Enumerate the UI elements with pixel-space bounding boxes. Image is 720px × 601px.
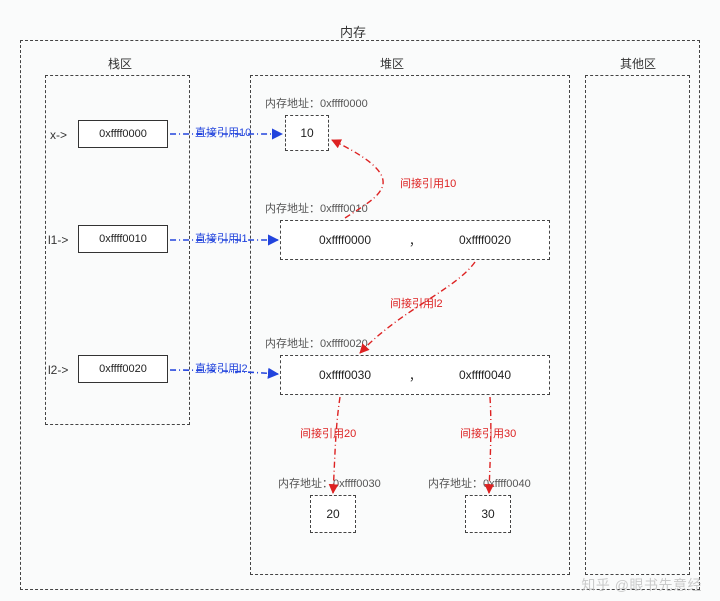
heap-cell-l1-b: 0xffff0020 (459, 233, 511, 247)
heap-cell-10: 10 (285, 115, 329, 151)
edge-label-l2-direct: 直接引用l2 (195, 360, 248, 376)
heap-addr-20-value: 0xffff0030 (333, 478, 381, 490)
title-memory: 内存 (340, 22, 366, 41)
heap-addr-30: 内存地址：0xffff0040 (428, 475, 531, 491)
heap-addr-10-value: 0xffff0000 (320, 98, 368, 110)
heap-cell-l2-a: 0xffff0030 (319, 368, 371, 382)
heap-cell-l2: 0xffff0030 ， 0xffff0040 (280, 355, 550, 395)
heap-addr-l1-prefix: 内存地址： (265, 203, 320, 215)
heap-addr-10: 内存地址：0xffff0000 (265, 95, 368, 111)
heap-cell-10-text: 10 (300, 126, 313, 140)
stack-ptr-l2-label: l2-> (48, 363, 68, 377)
caption-heap: 堆区 (380, 55, 404, 72)
stack-cell-x: 0xffff0000 (78, 120, 168, 148)
stack-ptr-l1-label: l1-> (48, 233, 68, 247)
edge-label-x-direct: 直接引用10 (195, 124, 251, 140)
heap-addr-30-value: 0xffff0040 (483, 478, 531, 490)
heap-addr-l2-prefix: 内存地址： (265, 338, 320, 350)
heap-cell-l1: 0xffff0000 ， 0xffff0020 (280, 220, 550, 260)
edge-label-l2-ind-30: 间接引用30 (460, 425, 516, 441)
edge-label-l1-ind-l2: 间接引用l2 (390, 295, 443, 311)
watermark: 知乎 @眼书先意经 (581, 575, 702, 595)
heap-addr-20: 内存地址：0xffff0030 (278, 475, 381, 491)
heap-cell-l1-sep: ， (409, 232, 421, 249)
heap-addr-l2-value: 0xffff0020 (320, 338, 368, 350)
edge-label-l2-ind-20: 间接引用20 (300, 425, 356, 441)
edge-label-l1-direct: 直接引用l1 (195, 230, 248, 246)
heap-cell-l1-a: 0xffff0000 (319, 233, 371, 247)
heap-addr-30-prefix: 内存地址： (428, 478, 483, 490)
heap-addr-l2: 内存地址：0xffff0020 (265, 335, 368, 351)
heap-cell-30-text: 30 (481, 507, 494, 521)
stack-cell-l2-text: 0xffff0020 (99, 363, 147, 375)
stack-ptr-x-label: x-> (50, 128, 67, 142)
caption-stack: 栈区 (108, 55, 132, 72)
stack-cell-x-text: 0xffff0000 (99, 128, 147, 140)
heap-addr-l1-value: 0xffff0010 (320, 203, 368, 215)
heap-addr-20-prefix: 内存地址： (278, 478, 333, 490)
heap-cell-l2-b: 0xffff0040 (459, 368, 511, 382)
edge-label-l1-ind-10: 间接引用10 (400, 175, 456, 191)
stack-cell-l2: 0xffff0020 (78, 355, 168, 383)
heap-addr-10-prefix: 内存地址： (265, 98, 320, 110)
region-other (585, 75, 690, 575)
stack-cell-l1: 0xffff0010 (78, 225, 168, 253)
heap-cell-30: 30 (465, 495, 511, 533)
heap-cell-l2-sep: ， (409, 367, 421, 384)
heap-cell-20-text: 20 (326, 507, 339, 521)
caption-other: 其他区 (620, 55, 656, 72)
stack-cell-l1-text: 0xffff0010 (99, 233, 147, 245)
heap-addr-l1: 内存地址：0xffff0010 (265, 200, 368, 216)
heap-cell-20: 20 (310, 495, 356, 533)
